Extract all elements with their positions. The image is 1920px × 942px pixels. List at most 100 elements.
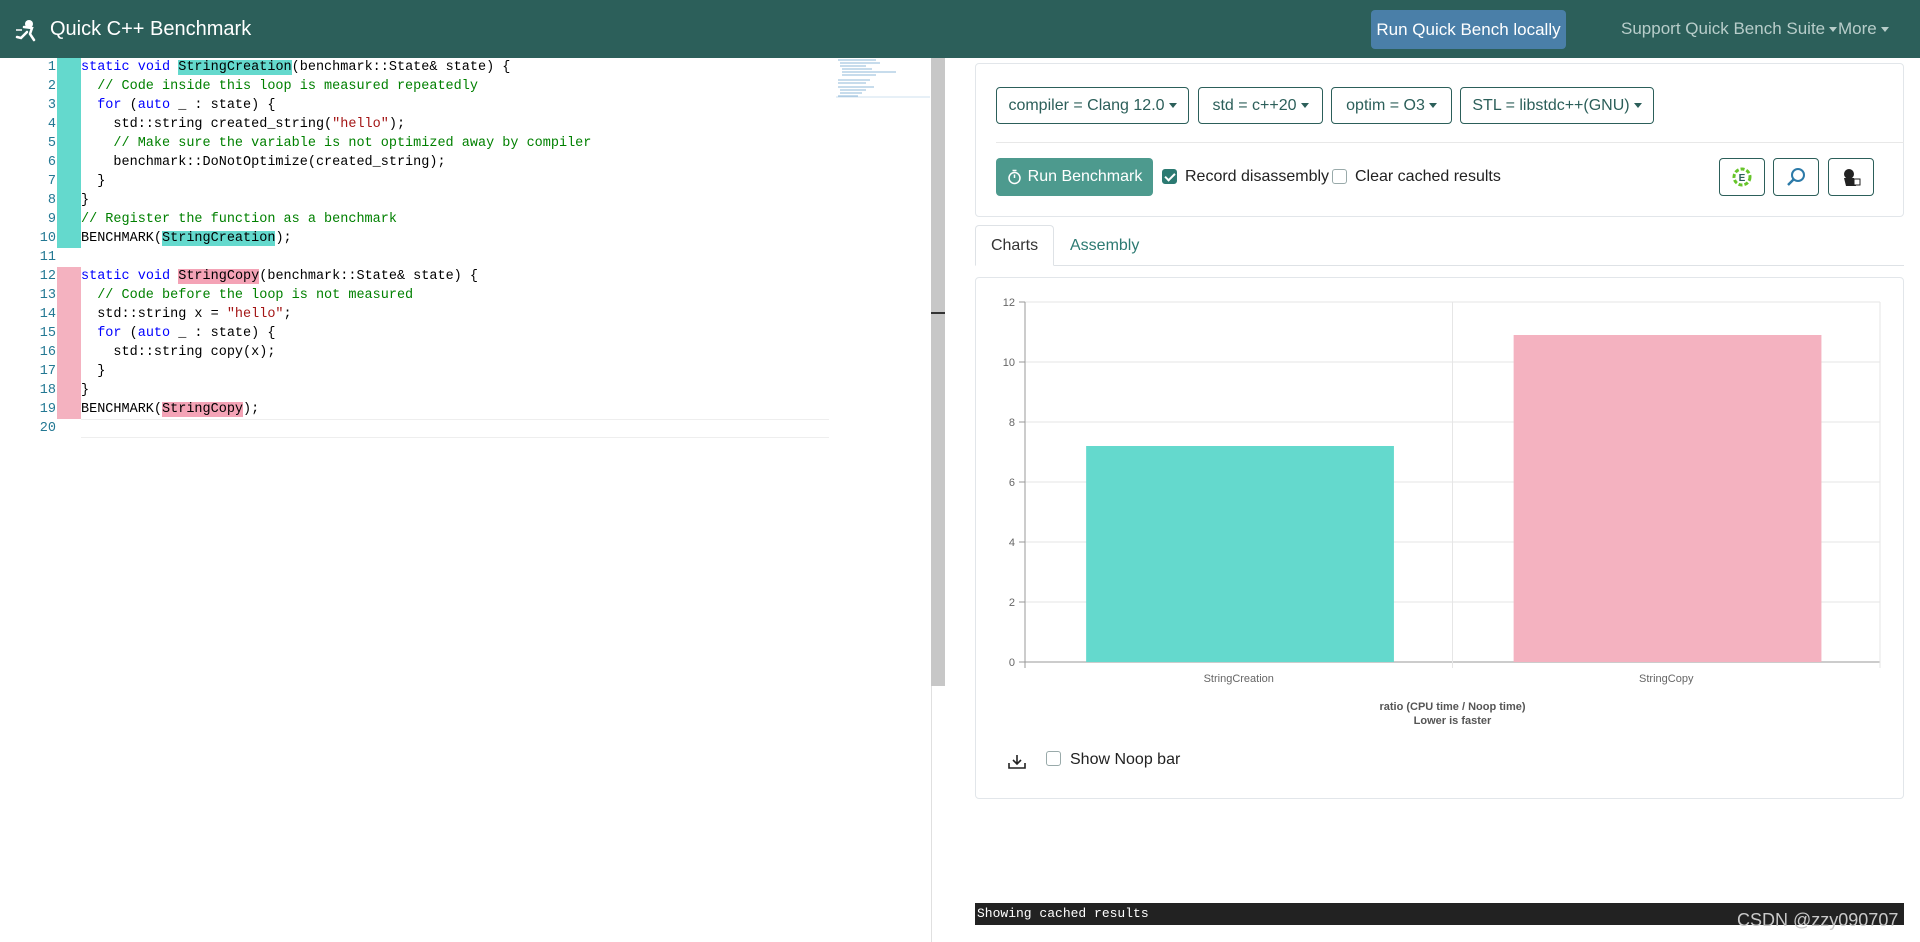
code-line: // Code inside this loop is measured rep… <box>97 79 478 94</box>
line-number: 12 <box>39 269 56 284</box>
build-bench-button[interactable] <box>1773 158 1819 196</box>
code-line: } <box>81 364 106 379</box>
code-line: static void StringCreation(benchmark::St… <box>81 60 511 75</box>
y-tick-label: 10 <box>1003 357 1015 369</box>
y-tick-label: 8 <box>1009 417 1015 429</box>
code-line: BENCHMARK(StringCreation); <box>81 231 292 246</box>
line-number: 4 <box>47 117 56 132</box>
tab-assembly[interactable]: Assembly <box>1070 225 1139 266</box>
y-tick-label: 2 <box>1009 597 1015 609</box>
line-number: 17 <box>39 364 56 379</box>
run-locally-button[interactable]: Run Quick Bench locally <box>1371 10 1566 49</box>
support-menu-label: Support Quick Bench Suite <box>1621 19 1826 38</box>
benchmark-marker-pink <box>57 267 81 419</box>
chevron-down-icon <box>1633 103 1642 108</box>
line-number: 15 <box>39 326 56 341</box>
benchmark-logo-icon <box>15 20 36 42</box>
code-line: // Code before the loop is not measured <box>97 288 414 303</box>
chevron-down-icon <box>1300 103 1309 108</box>
chevron-down-icon <box>1428 103 1437 108</box>
bar <box>1086 446 1394 662</box>
compiler-label: compiler = Clang 12.0 <box>1008 96 1165 114</box>
navbar: Quick C++ Benchmark Run Quick Bench loca… <box>0 0 1920 58</box>
record-disassembly-checkbox[interactable] <box>1162 169 1177 184</box>
line-number: 10 <box>39 231 56 246</box>
chevron-down-icon <box>1829 26 1838 32</box>
compiler-dropdown[interactable]: compiler = Clang 12.0 <box>996 87 1189 124</box>
more-menu[interactable]: More <box>1838 0 1889 58</box>
line-number: 9 <box>47 212 56 227</box>
options-divider <box>996 142 1904 143</box>
code-line: } <box>81 193 90 208</box>
perf-bench-button[interactable] <box>1828 158 1874 196</box>
brand-title: Quick C++ Benchmark <box>50 17 252 40</box>
y-tick-label: 6 <box>1009 477 1015 489</box>
download-chart-button[interactable] <box>1008 754 1026 775</box>
x-tick-label: StringCreation <box>1204 673 1274 685</box>
code-line: BENCHMARK(StringCopy); <box>81 402 260 417</box>
stopwatch-icon <box>1007 169 1021 185</box>
tab-charts[interactable]: Charts <box>975 225 1054 266</box>
y-tick-label: 0 <box>1009 657 1015 669</box>
y-tick-label: 12 <box>1003 297 1015 309</box>
line-number: 2 <box>47 79 56 94</box>
record-disassembly-label[interactable]: Record disassembly <box>1185 168 1329 186</box>
run-benchmark-button[interactable]: Run Benchmark <box>996 158 1153 196</box>
code-editor[interactable]: 1 2 3 4 5 6 7 8 9 10 11 12 13 14 15 16 17 18 19 20 static v… <box>0 58 930 942</box>
code-line: std::string copy(x); <box>81 345 276 360</box>
line-number: 18 <box>39 383 56 398</box>
code-line: for (auto _ : state) { <box>97 326 276 341</box>
benchmark-marker-teal <box>57 58 81 248</box>
run-benchmark-label: Run Benchmark <box>1027 168 1143 185</box>
std-dropdown[interactable]: std = c++20 <box>1198 87 1323 124</box>
brand[interactable]: Quick C++ Benchmark <box>14 16 251 42</box>
code-line: for (auto _ : state) { <box>97 98 276 113</box>
std-label: std = c++20 <box>1212 96 1297 114</box>
benchmark-bar-chart: 0 2 4 6 8 10 12 StringCreation StringCopy ratio (… <box>1003 297 1881 727</box>
stl-label: STL = libstdc++(GNU) <box>1472 96 1630 114</box>
more-menu-label: More <box>1838 19 1877 38</box>
code-line: } <box>81 174 106 189</box>
line-number: 1 <box>47 60 56 75</box>
optim-label: optim = O3 <box>1346 96 1425 114</box>
code-line: } <box>81 383 90 398</box>
line-number: 6 <box>47 155 56 170</box>
line-number: 19 <box>39 402 56 417</box>
code-line: // Register the function as a benchmark <box>81 212 397 227</box>
line-number: 14 <box>39 307 56 322</box>
optim-dropdown[interactable]: optim = O3 <box>1331 87 1452 124</box>
splitter-handle[interactable] <box>931 312 945 314</box>
bar <box>1513 335 1822 662</box>
line-number: 8 <box>47 193 56 208</box>
code-line: benchmark::DoNotOptimize(created_string)… <box>81 155 446 170</box>
svg-text:E: E <box>1739 173 1746 184</box>
clear-cache-label[interactable]: Clear cached results <box>1355 168 1501 186</box>
code-line: // Make sure the variable is not optimiz… <box>113 136 592 151</box>
code-line: std::string x = "hello"; <box>81 307 292 322</box>
editor-minimap[interactable] <box>836 58 930 98</box>
magnifier-icon <box>1787 168 1805 186</box>
panel-divider <box>931 686 932 942</box>
download-icon <box>1008 755 1026 769</box>
line-number: 20 <box>39 421 56 436</box>
show-noop-checkbox[interactable] <box>1046 751 1061 766</box>
x-axis-label: ratio (CPU time / Noop time) <box>1379 701 1525 713</box>
runner-icon <box>1844 169 1861 186</box>
clear-cache-checkbox[interactable] <box>1332 169 1347 184</box>
support-menu[interactable]: Support Quick Bench Suite <box>1621 0 1838 58</box>
y-tick-label: 4 <box>1009 537 1015 549</box>
stl-dropdown[interactable]: STL = libstdc++(GNU) <box>1460 87 1654 124</box>
line-number: 3 <box>47 98 56 113</box>
compiler-explorer-button[interactable]: E <box>1719 158 1765 196</box>
x-axis-sublabel: Lower is faster <box>1414 715 1492 727</box>
x-tick-label: StringCopy <box>1639 673 1694 685</box>
line-number: 7 <box>47 174 56 189</box>
line-number: 11 <box>39 250 56 265</box>
line-number: 16 <box>39 345 56 360</box>
current-line-highlight <box>81 419 829 438</box>
line-number: 5 <box>47 136 56 151</box>
show-noop-label[interactable]: Show Noop bar <box>1070 751 1180 769</box>
chevron-down-icon <box>1168 103 1177 108</box>
line-number: 13 <box>39 288 56 303</box>
editor-splitter[interactable] <box>931 58 945 686</box>
